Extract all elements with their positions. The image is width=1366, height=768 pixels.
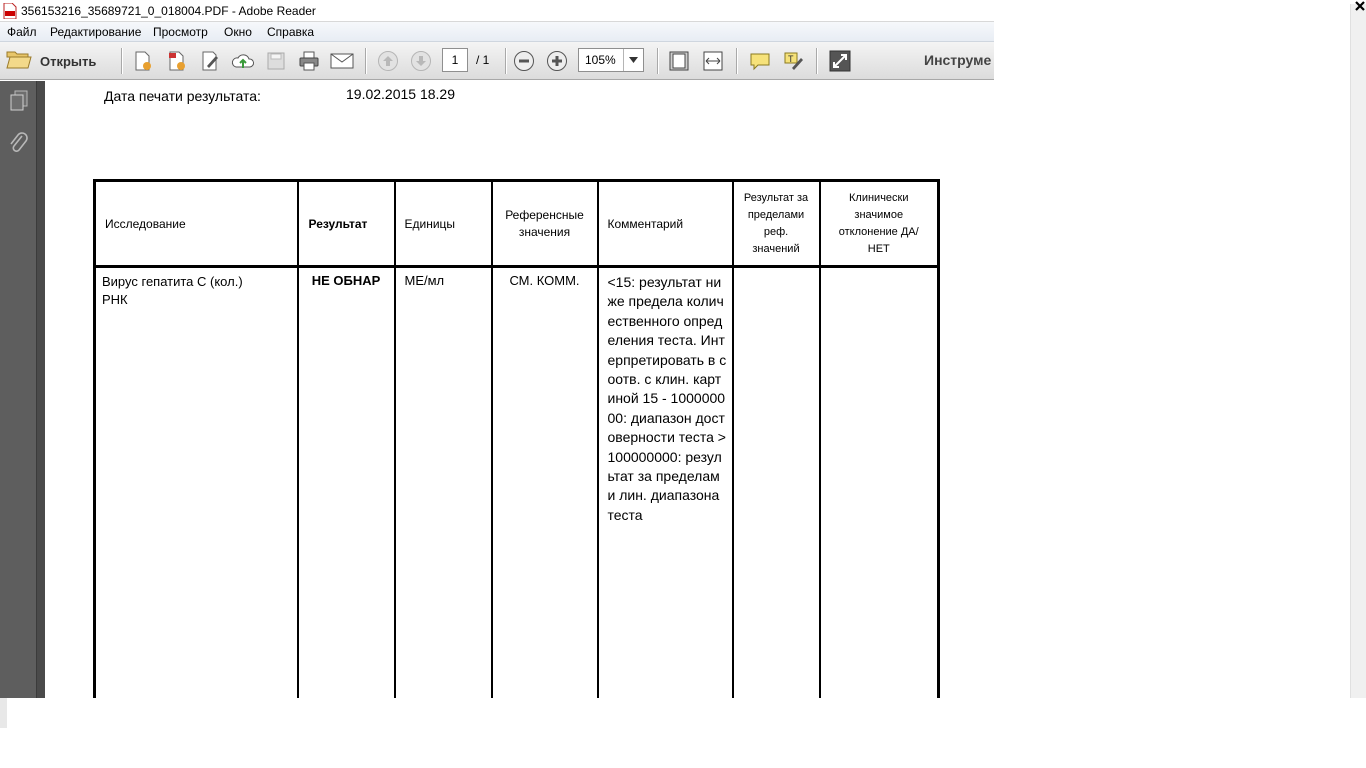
print-button[interactable] xyxy=(297,49,321,73)
navigation-pane xyxy=(0,81,45,701)
window-title: 356153216_35689721_0_018004.PDF - Adobe … xyxy=(21,4,316,18)
right-edge-strip xyxy=(1350,4,1366,768)
study-name-line2: РНК xyxy=(102,292,128,307)
table-header-row: Исследование Результат Единицы Референсн… xyxy=(93,179,940,268)
print-date-value: 19.02.2015 18.29 xyxy=(346,86,455,102)
convert-pdf-icon xyxy=(166,50,188,72)
printer-icon xyxy=(298,51,320,71)
svg-text:T: T xyxy=(788,54,794,64)
chevron-down-icon[interactable] xyxy=(623,49,643,71)
arrow-down-icon xyxy=(410,50,432,72)
convert-pdf-button[interactable] xyxy=(165,49,189,73)
toolbar-separator xyxy=(816,48,817,74)
toolbar-separator xyxy=(365,48,366,74)
fit-width-icon xyxy=(702,50,724,72)
column-header-reference: Референсные значения xyxy=(490,179,599,268)
overlay-region-top xyxy=(994,4,1350,80)
open-button[interactable]: Открыть xyxy=(6,48,106,75)
pages-thumbnail-icon[interactable] xyxy=(8,89,30,113)
fit-page-button[interactable] xyxy=(667,49,691,73)
cell-comment: <15: результат ниже предела количественн… xyxy=(596,265,734,698)
toolbar-separator xyxy=(121,48,122,74)
cell-clinical-significance xyxy=(818,265,940,698)
toolbar-separator xyxy=(657,48,658,74)
cell-units: МЕ/мл xyxy=(393,265,493,698)
save-button[interactable] xyxy=(264,49,288,73)
toolbar-separator xyxy=(736,48,737,74)
column-header-comment: Комментарий xyxy=(596,179,734,268)
full-screen-button[interactable] xyxy=(828,49,852,73)
fit-width-button[interactable] xyxy=(701,49,725,73)
zoom-in-button[interactable] xyxy=(545,49,569,73)
cell-study: Вирус гепатита С (кол.) РНК xyxy=(93,265,299,698)
column-header-result: Результат xyxy=(296,179,396,268)
edit-pdf-button[interactable] xyxy=(198,49,222,73)
document-view[interactable]: Дата печати результата: 19.02.2015 18.29… xyxy=(45,81,994,698)
cloud-upload-icon xyxy=(231,51,255,71)
column-header-study: Исследование xyxy=(93,179,299,268)
next-page-button[interactable] xyxy=(409,49,433,73)
comment-button[interactable] xyxy=(748,49,772,73)
column-header-clinical-significance: Клинически значимое отклонение ДА/НЕТ xyxy=(818,179,940,268)
zoom-select[interactable]: 105% xyxy=(578,48,644,72)
zoom-out-button[interactable] xyxy=(512,49,536,73)
bottom-region xyxy=(0,698,1366,768)
menu-view[interactable]: Просмотр xyxy=(153,25,208,39)
page-number-input[interactable]: 1 xyxy=(442,48,468,72)
cell-out-of-range xyxy=(731,265,821,698)
save-icon xyxy=(266,51,286,71)
speech-bubble-icon xyxy=(749,51,771,71)
column-header-units: Единицы xyxy=(393,179,493,268)
expand-icon xyxy=(829,50,851,72)
cell-reference: СМ. КОММ. xyxy=(490,265,599,698)
overlay-region xyxy=(994,80,1366,700)
menu-window[interactable]: Окно xyxy=(224,25,252,39)
open-button-label: Открыть xyxy=(40,54,97,69)
create-pdf-icon xyxy=(132,50,154,72)
tools-pane-button[interactable]: Инструме xyxy=(924,52,991,68)
menu-help[interactable]: Справка xyxy=(267,25,314,39)
menu-edit[interactable]: Редактирование xyxy=(50,25,141,39)
navigation-strip xyxy=(0,81,37,701)
plus-circle-icon xyxy=(546,50,568,72)
edit-document-icon xyxy=(199,50,221,72)
fit-page-icon xyxy=(668,50,690,72)
bottom-left-edge xyxy=(0,698,7,728)
minus-circle-icon xyxy=(513,50,535,72)
adobe-reader-window: 356153216_35689721_0_018004.PDF - Adobe … xyxy=(0,0,1366,768)
table-row: Вирус гепатита С (кол.) РНК НЕ ОБНАР МЕ/… xyxy=(93,265,940,698)
page-total: / 1 xyxy=(476,53,490,67)
upload-button[interactable] xyxy=(231,49,255,73)
arrow-up-icon xyxy=(377,50,399,72)
previous-page-button[interactable] xyxy=(376,49,400,73)
menu-file[interactable]: Файл xyxy=(7,25,37,39)
folder-open-icon xyxy=(6,48,32,75)
print-date-label: Дата печати результата: xyxy=(104,88,261,104)
results-table: Исследование Результат Единицы Референсн… xyxy=(93,179,940,698)
envelope-icon xyxy=(330,52,354,70)
toolbar-separator xyxy=(505,48,506,74)
highlight-button[interactable]: T xyxy=(781,49,805,73)
paperclip-icon[interactable] xyxy=(8,131,30,155)
pdf-file-icon xyxy=(3,2,17,20)
highlight-pen-icon: T xyxy=(782,50,804,72)
close-icon[interactable] xyxy=(1354,0,1366,14)
create-pdf-button[interactable] xyxy=(131,49,155,73)
column-header-out-of-range: Результат за пределами реф. значений xyxy=(731,179,821,268)
zoom-value: 105% xyxy=(585,53,616,67)
cell-result: НЕ ОБНАР xyxy=(296,265,396,698)
study-name-line1: Вирус гепатита С (кол.) xyxy=(102,274,243,289)
email-button[interactable] xyxy=(330,49,354,73)
